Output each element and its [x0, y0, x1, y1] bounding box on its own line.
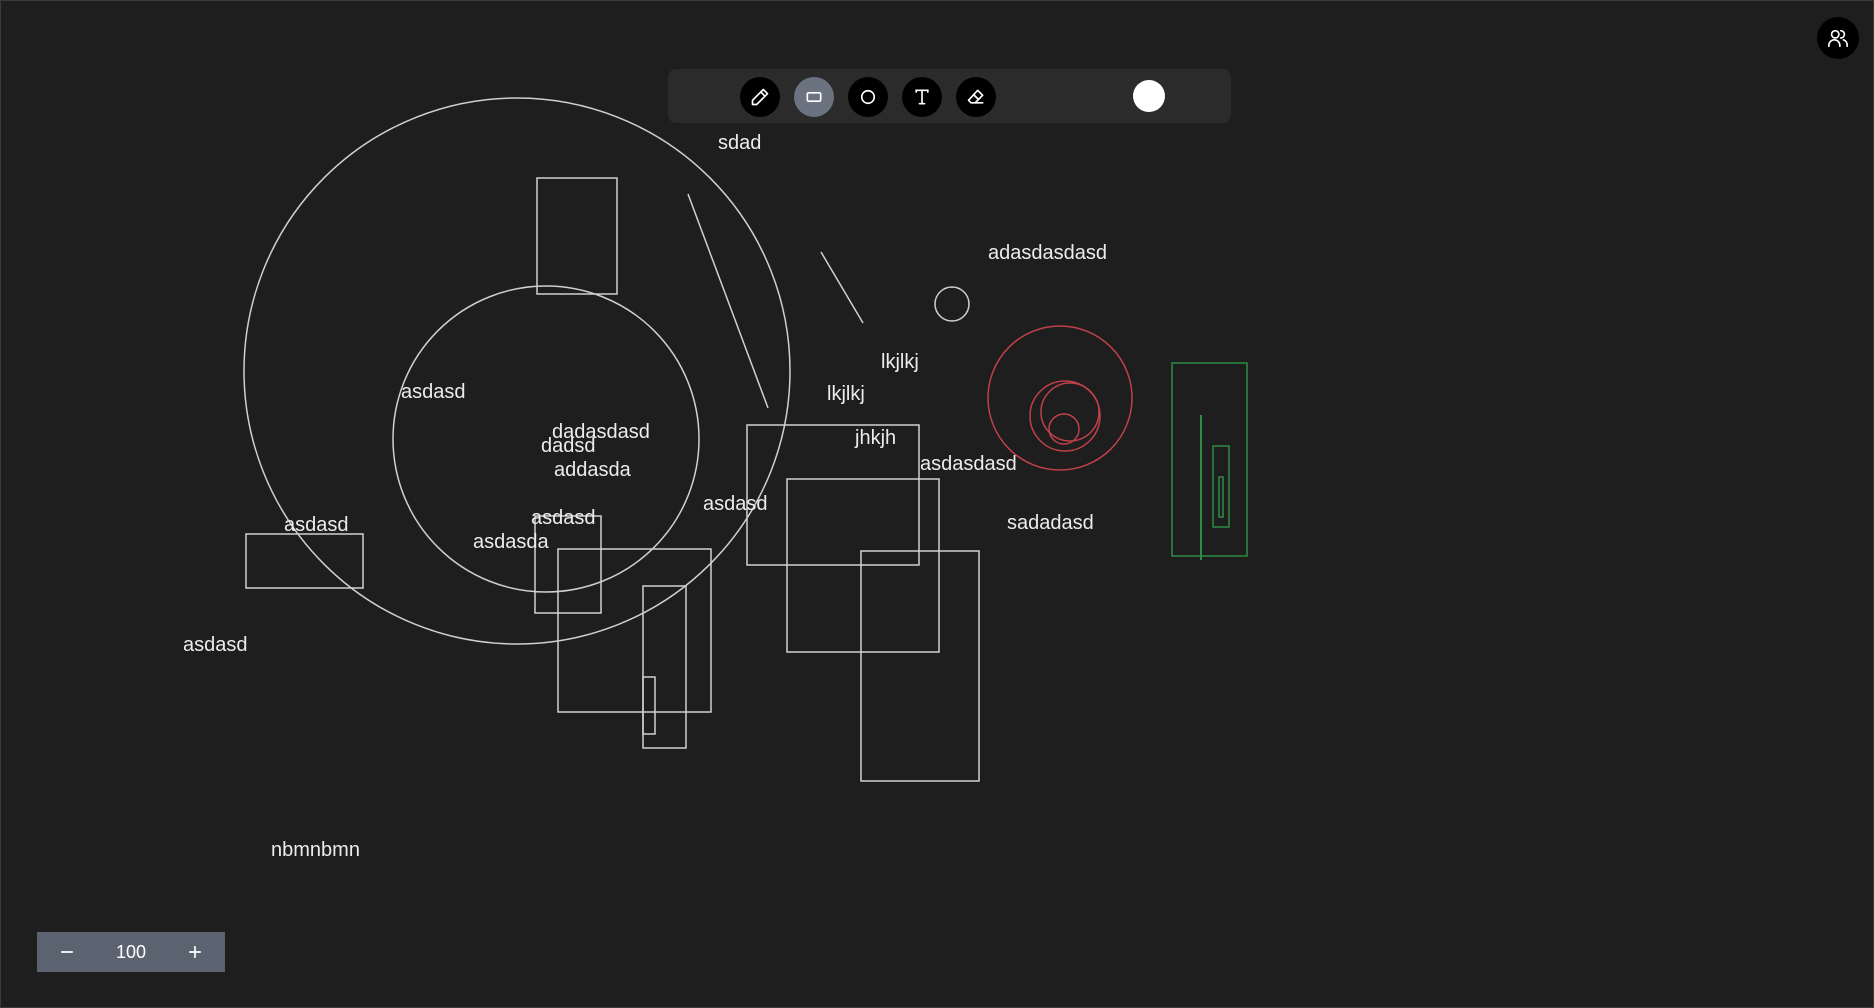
- shape-circle-red[interactable]: [987, 325, 1133, 471]
- color-picker-swatch[interactable]: [1133, 80, 1165, 112]
- canvas-text[interactable]: asdasd: [703, 493, 768, 515]
- shape-circle-small[interactable]: [934, 286, 970, 322]
- zoom-control: 100: [37, 932, 225, 972]
- canvas-text[interactable]: adasdasdasd: [988, 242, 1107, 264]
- shape-rect-green[interactable]: [1218, 476, 1224, 518]
- drawing-toolbar: [668, 69, 1231, 123]
- canvas-text[interactable]: nbmnbmn: [271, 839, 360, 861]
- shape-rect-green[interactable]: [1171, 362, 1248, 557]
- canvas-text[interactable]: sdad: [718, 132, 761, 154]
- text-tool-button[interactable]: [902, 77, 942, 117]
- rectangle-icon: [806, 92, 822, 102]
- canvas-text[interactable]: lkjlkj: [881, 351, 919, 373]
- canvas-text[interactable]: dadsd: [541, 435, 596, 457]
- shape-rect[interactable]: [860, 550, 980, 782]
- canvas-text[interactable]: asdasd: [183, 634, 248, 656]
- canvas-text[interactable]: sadadasd: [1007, 512, 1094, 534]
- pencil-icon: [751, 88, 769, 106]
- shape-rect[interactable]: [557, 548, 712, 713]
- circle-icon: [860, 89, 876, 105]
- eraser-tool-button[interactable]: [956, 77, 996, 117]
- shape-rect[interactable]: [536, 177, 618, 295]
- users-button[interactable]: [1817, 17, 1859, 59]
- canvas-text[interactable]: asdasd: [284, 514, 349, 536]
- zoom-out-button[interactable]: [37, 932, 97, 972]
- shape-circle-red[interactable]: [1048, 413, 1080, 445]
- minus-icon: [60, 951, 74, 953]
- eraser-icon: [967, 89, 984, 104]
- circle-tool-button[interactable]: [848, 77, 888, 117]
- drawing-canvas[interactable]: sdad adasdasdasd lkjlkj lkjlkj asdasd da…: [0, 0, 1874, 1008]
- shape-rect-green[interactable]: [1212, 445, 1230, 528]
- canvas-text[interactable]: asdasdasd: [920, 453, 1017, 475]
- users-icon: [1828, 29, 1848, 48]
- zoom-level: 100: [115, 941, 147, 962]
- zoom-in-button[interactable]: [165, 932, 225, 972]
- shape-circle-large[interactable]: [243, 97, 791, 645]
- canvas-text[interactable]: asdasd: [531, 507, 596, 529]
- shape-line[interactable]: [820, 251, 864, 324]
- shape-rect[interactable]: [642, 676, 656, 735]
- canvas-text[interactable]: jhkjh: [854, 427, 896, 449]
- plus-icon: [188, 945, 202, 959]
- text-icon: [915, 89, 929, 105]
- canvas-text[interactable]: asdasd: [401, 381, 466, 403]
- shape-line[interactable]: [687, 193, 769, 409]
- canvas-text[interactable]: addasda: [554, 459, 632, 481]
- rectangle-tool-button[interactable]: [794, 77, 834, 117]
- canvas-text[interactable]: lkjlkj: [827, 383, 865, 405]
- canvas-text[interactable]: asdasda: [473, 531, 549, 553]
- pencil-tool-button[interactable]: [740, 77, 780, 117]
